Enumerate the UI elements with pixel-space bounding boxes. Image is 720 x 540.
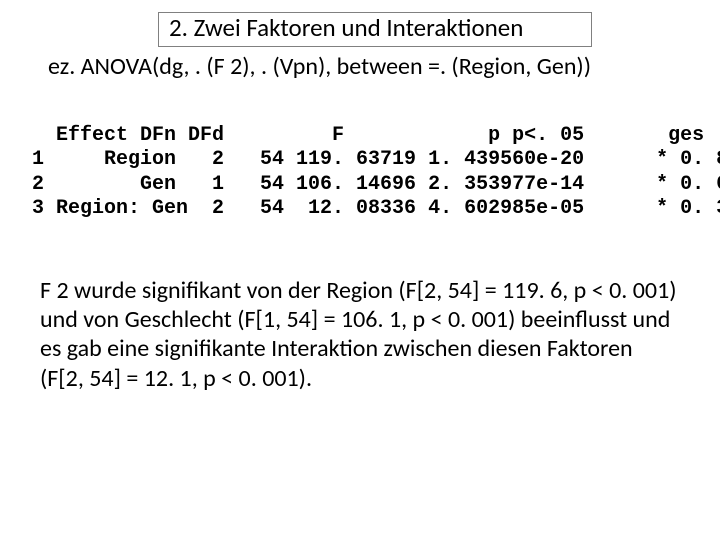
slide: 2. Zwei Faktoren und Interaktionen ez. A… (0, 0, 720, 540)
code-line: ez. ANOVA(dg, . (F 2), . (Vpn), between … (48, 53, 682, 82)
section-title: 2. Zwei Faktoren und Interaktionen (158, 12, 592, 47)
table-row: 2 Gen 1 54 106. 14696 2. 353977e-14 * 0.… (32, 173, 720, 196)
table-row: 1 Region 2 54 119. 63719 1. 439560e-20 *… (32, 148, 720, 171)
table-row: 3 Region: Gen 2 54 12. 08336 4. 602985e-… (32, 197, 720, 220)
anova-output: Effect DFn DFd F p p<. 05 ges 1 Region 2… (32, 100, 682, 246)
interpretation-paragraph: F 2 wurde signifikant von der Region (F[… (40, 276, 678, 393)
table-header: Effect DFn DFd F p p<. 05 ges (32, 124, 704, 147)
